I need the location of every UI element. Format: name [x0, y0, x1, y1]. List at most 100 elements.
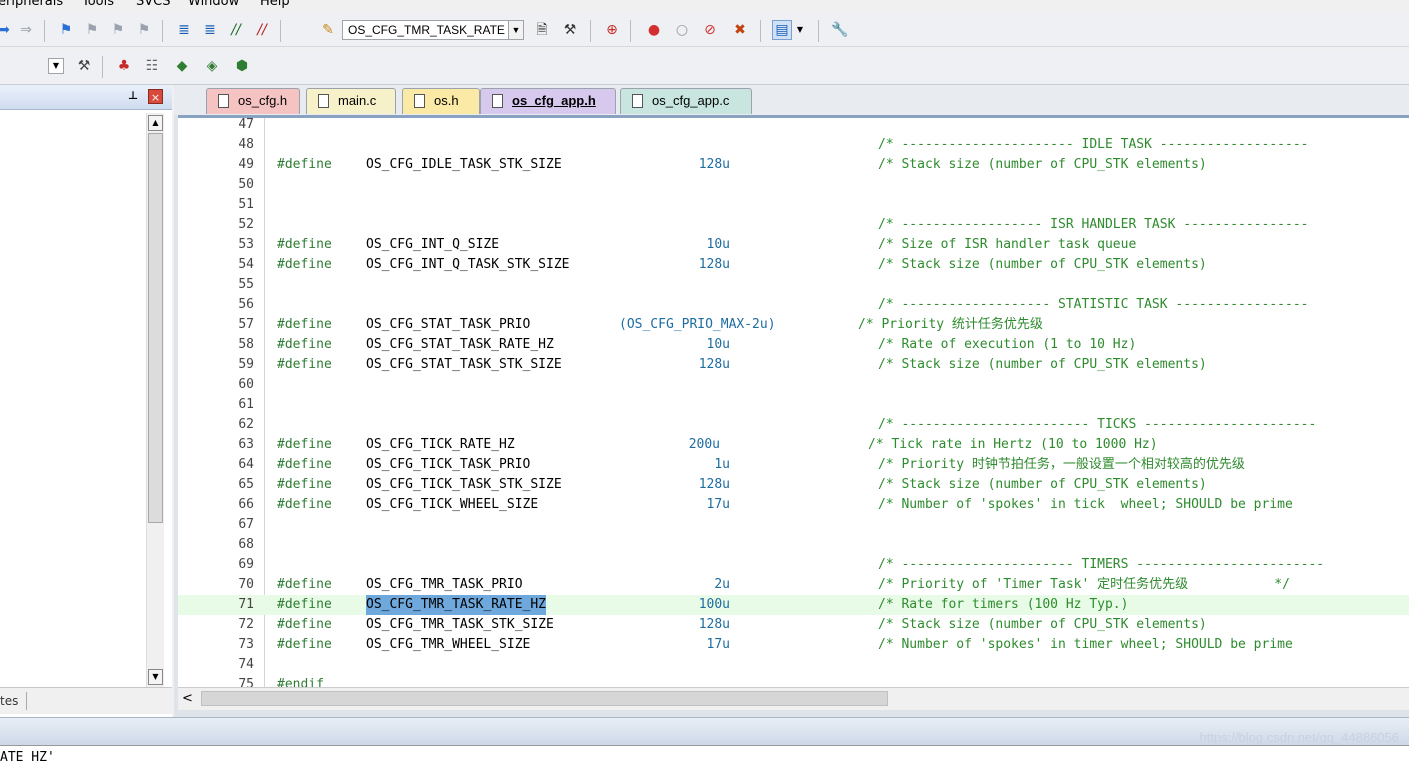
unindent-icon[interactable]: ≣: [200, 20, 220, 40]
configure-icon[interactable]: 🔧: [830, 20, 850, 40]
replace-icon[interactable]: ⚒: [560, 20, 580, 40]
disable-breakpoints-icon[interactable]: ⊘: [700, 20, 720, 40]
line-number: 56: [238, 297, 254, 312]
code-line[interactable]: 57 #define OS_CFG_STAT_TASK_PRIO (OS_CFG_PR…: [178, 315, 1409, 335]
code-line[interactable]: 71 #define OS_CFG_TMR_TASK_RATE_HZ 100u /* R…: [178, 595, 1409, 615]
macro-value: 200u: [688, 437, 720, 452]
code-line[interactable]: 73 #define OS_CFG_TMR_WHEEL_SIZE 17u /* Numb…: [178, 635, 1409, 655]
kill-breakpoints-icon[interactable]: ✖: [730, 20, 750, 40]
code-line[interactable]: 52 /* ------------------ ISR HANDLER TASK…: [178, 215, 1409, 235]
code-comment: /* Stack size (number of CPU_STK element…: [878, 157, 1207, 172]
horizontal-scrollbar[interactable]: <: [178, 687, 1409, 710]
code-line[interactable]: 70 #define OS_CFG_TMR_TASK_PRIO 2u /* Priori…: [178, 575, 1409, 595]
code-line[interactable]: 59 #define OS_CFG_STAT_TASK_STK_SIZE 128u /*…: [178, 355, 1409, 375]
close-icon[interactable]: ×: [148, 89, 163, 104]
manage-components-icon[interactable]: ♣: [114, 56, 134, 76]
target-options-icon[interactable]: ⚒: [74, 56, 94, 76]
code-line[interactable]: 53 #define OS_CFG_INT_Q_SIZE 10u /* Size of …: [178, 235, 1409, 255]
menu-peripherals[interactable]: eripherals: [0, 0, 63, 9]
status-bar: [0, 717, 1409, 746]
code-line[interactable]: 55: [178, 275, 1409, 295]
code-line[interactable]: 74: [178, 655, 1409, 675]
scroll-down-icon[interactable]: ▼: [148, 669, 163, 685]
menu-tools[interactable]: Tools: [82, 0, 114, 9]
code-line[interactable]: 54 #define OS_CFG_INT_Q_TASK_STK_SIZE 128u /…: [178, 255, 1409, 275]
line-number: 68: [238, 537, 254, 552]
code-line[interactable]: 67: [178, 515, 1409, 535]
forward-icon[interactable]: ⇒: [16, 20, 36, 40]
macro-name: OS_CFG_TICK_RATE_HZ: [366, 437, 515, 452]
menu-window[interactable]: Window: [188, 0, 239, 9]
file-extensions-icon[interactable]: ☷: [142, 56, 162, 76]
code-line[interactable]: 61: [178, 395, 1409, 415]
clear-bookmarks-icon[interactable]: ⚑: [134, 20, 154, 40]
next-bookmark-icon[interactable]: ⚑: [108, 20, 128, 40]
code-line[interactable]: 69 /* ---------------------- TIMERS -----…: [178, 555, 1409, 575]
line-number: 47: [238, 117, 254, 132]
code-comment: /* Size of ISR handler task queue: [878, 237, 1137, 252]
code-line[interactable]: 68: [178, 535, 1409, 555]
code-line[interactable]: 62 /* ------------------------ TICKS ----…: [178, 415, 1409, 435]
chevron-down-icon[interactable]: ▼: [508, 21, 523, 39]
comment-icon[interactable]: //: [226, 20, 246, 40]
chevron-down-icon[interactable]: ▼: [794, 20, 806, 40]
scrollbar-thumb[interactable]: [148, 133, 163, 523]
menu-svcs[interactable]: SVCS: [136, 0, 170, 9]
enable-breakpoint-icon[interactable]: ○: [672, 20, 692, 40]
scrollbar-thumb[interactable]: [201, 691, 888, 706]
code-line[interactable]: 50: [178, 175, 1409, 195]
code-line[interactable]: 72 #define OS_CFG_TMR_TASK_STK_SIZE 128u /* …: [178, 615, 1409, 635]
pin-icon[interactable]: ⊥: [128, 89, 138, 102]
macro-name: OS_CFG_TICK_WHEEL_SIZE: [366, 497, 539, 512]
code-comment: /* Rate for timers (100 Hz Typ.): [878, 597, 1129, 612]
macro-name: OS_CFG_STAT_TASK_RATE_HZ: [366, 337, 554, 352]
tab-os-h[interactable]: os.h: [402, 88, 480, 114]
insert-breakpoint-icon[interactable]: ●: [644, 20, 664, 40]
target-select-icon[interactable]: ▼: [48, 58, 64, 74]
templates-tab[interactable]: tes: [0, 694, 18, 708]
code-comment: /* Rate of execution (1 to 10 Hz): [878, 337, 1137, 352]
line-number: 67: [238, 517, 254, 532]
scroll-up-icon[interactable]: ▲: [148, 115, 163, 131]
find-icon[interactable]: 🗎: [532, 20, 552, 40]
line-number: 55: [238, 277, 254, 292]
code-line[interactable]: 49 #define OS_CFG_IDLE_TASK_STK_SIZE 128u /*…: [178, 155, 1409, 175]
code-line[interactable]: 66 #define OS_CFG_TICK_WHEEL_SIZE 17u /* Num…: [178, 495, 1409, 515]
indent-icon[interactable]: ≣: [174, 20, 194, 40]
file-icon: [492, 94, 503, 108]
prev-bookmark-icon[interactable]: ⚑: [82, 20, 102, 40]
tab-main-c[interactable]: main.c: [306, 88, 396, 114]
tab-os-cfg-h[interactable]: os_cfg.h: [206, 88, 300, 114]
run-time-env-icon[interactable]: ◆: [172, 56, 192, 76]
macro-value: 10u: [706, 337, 730, 352]
scroll-left-icon[interactable]: <: [182, 691, 193, 706]
menu-bar: eripherals Tools SVCS Window Help: [0, 0, 1409, 14]
find-combo[interactable]: OS_CFG_TMR_TASK_RATE ▼: [342, 20, 524, 40]
inspect-icon[interactable]: ⊕: [602, 20, 622, 40]
tab-os-cfg-app-h[interactable]: os_cfg_app.h: [480, 88, 616, 114]
code-line[interactable]: 56 /* ------------------- STATISTIC TASK …: [178, 295, 1409, 315]
uncomment-icon[interactable]: //: [252, 20, 272, 40]
tab-label: os_cfg_app.h: [512, 93, 596, 108]
menu-help[interactable]: Help: [260, 0, 290, 9]
code-line[interactable]: 58 #define OS_CFG_STAT_TASK_RATE_HZ 10u /* R…: [178, 335, 1409, 355]
find-in-files-icon[interactable]: ✎: [318, 20, 338, 40]
code-line[interactable]: 63 #define OS_CFG_TICK_RATE_HZ 200u /* Tick …: [178, 435, 1409, 455]
code-line[interactable]: 64 #define OS_CFG_TICK_TASK_PRIO 1u /* Prior…: [178, 455, 1409, 475]
code-comment: /* Stack size (number of CPU_STK element…: [878, 617, 1207, 632]
select-packs-icon[interactable]: ⬢: [232, 56, 252, 76]
tab-os-cfg-app-c[interactable]: os_cfg_app.c: [620, 88, 752, 114]
pack-installer-icon[interactable]: ◈: [202, 56, 222, 76]
project-panel-scrollbar[interactable]: ▲ ▼: [146, 113, 164, 687]
code-line[interactable]: 60: [178, 375, 1409, 395]
code-line[interactable]: 65 #define OS_CFG_TICK_TASK_STK_SIZE 128u /*…: [178, 475, 1409, 495]
project-panel-header: ⊥ ×: [0, 85, 172, 110]
code-editor[interactable]: 47 48 /* ---------------------- IDLE TASK …: [178, 115, 1409, 690]
window-layout-icon[interactable]: ▤: [772, 20, 792, 40]
code-line[interactable]: 48 /* ---------------------- IDLE TASK --…: [178, 135, 1409, 155]
code-comment: /* ------------------ ISR HANDLER TASK -…: [878, 217, 1309, 232]
bookmark-icon[interactable]: ⚑: [56, 20, 76, 40]
back-icon[interactable]: ➡: [0, 20, 14, 40]
code-line[interactable]: 47: [178, 117, 1409, 135]
code-line[interactable]: 51: [178, 195, 1409, 215]
